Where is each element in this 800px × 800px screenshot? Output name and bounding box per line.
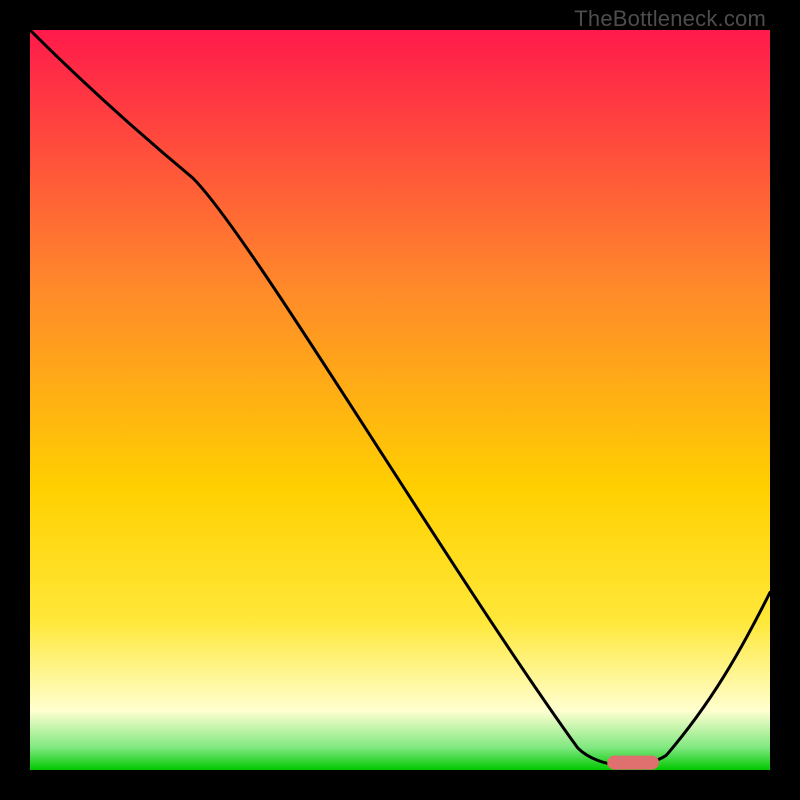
optimal-range-marker [607, 756, 659, 770]
attribution-label: TheBottleneck.com [574, 6, 766, 32]
plot-area [30, 30, 770, 770]
bottleneck-curve [30, 30, 770, 766]
chart-frame: TheBottleneck.com [0, 0, 800, 800]
curve-layer [30, 30, 770, 770]
